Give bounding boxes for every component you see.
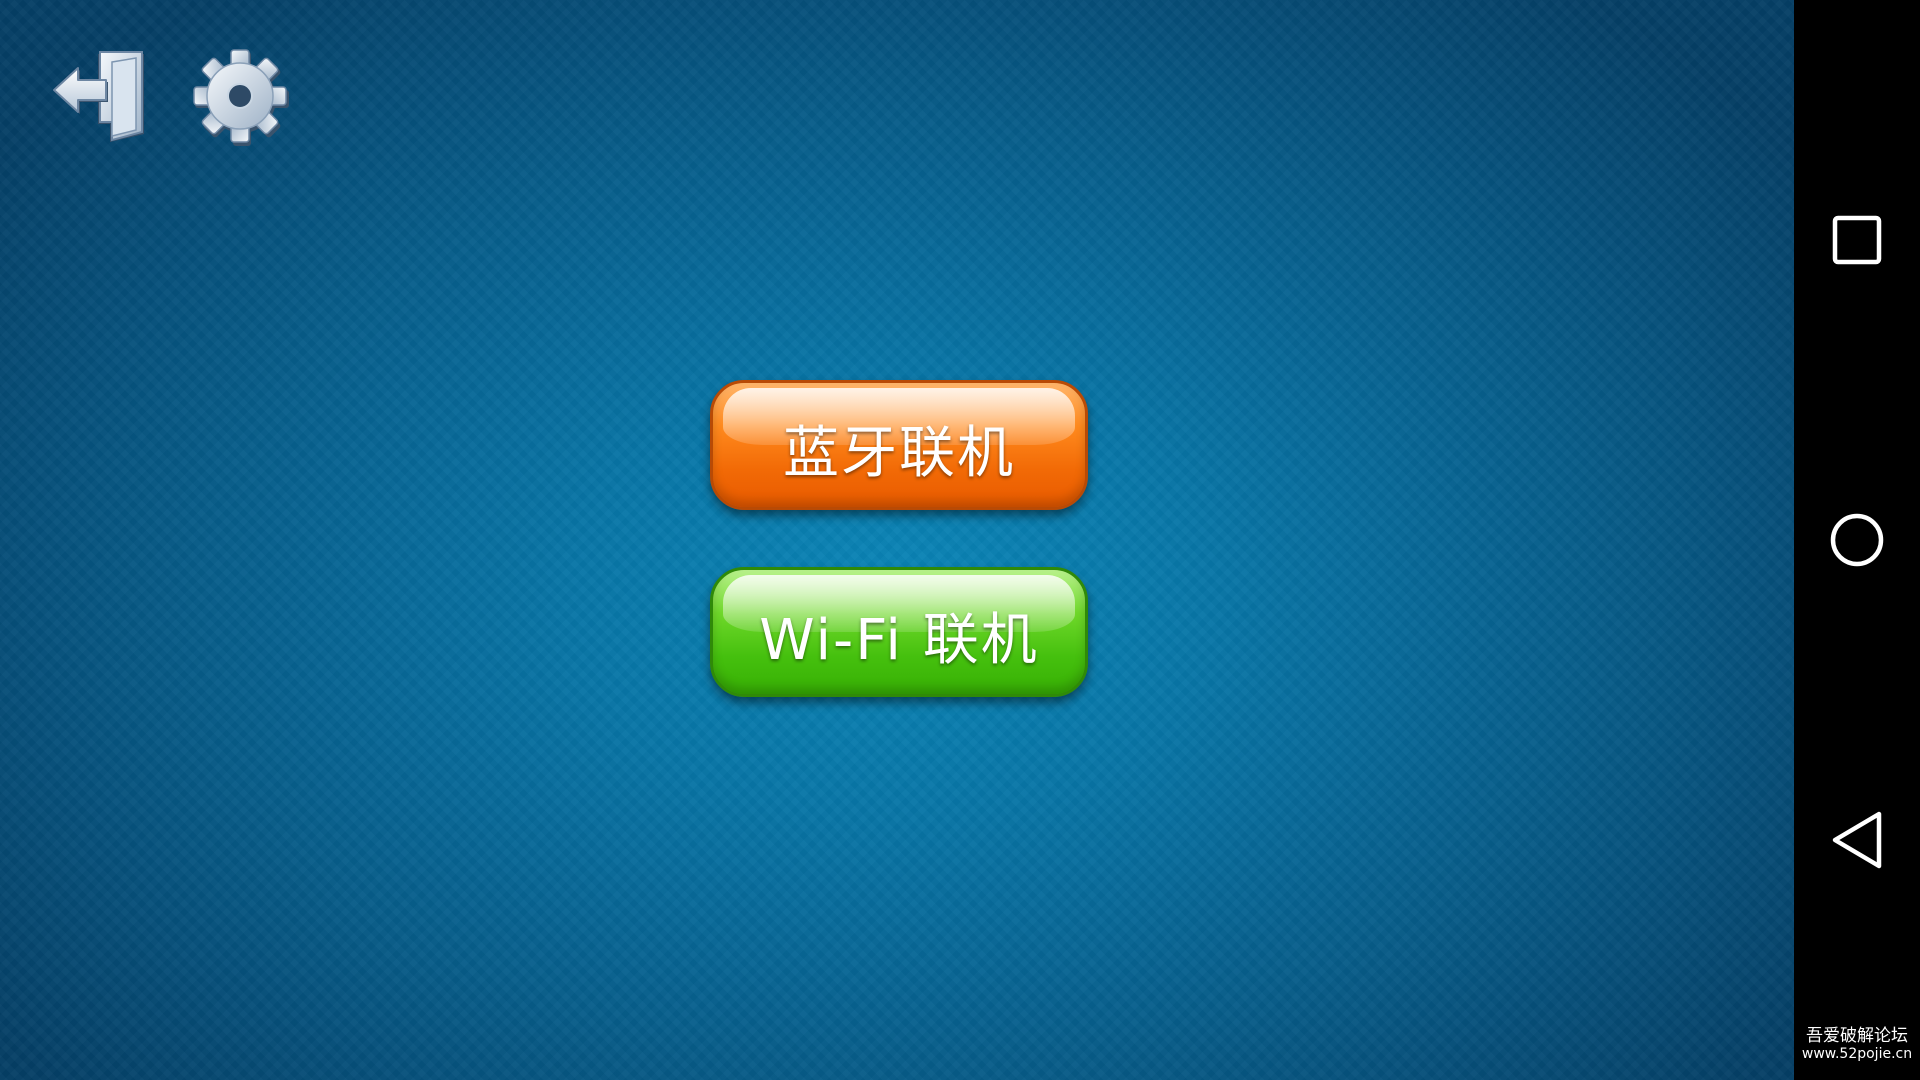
circle-icon bbox=[1830, 513, 1884, 567]
recents-button[interactable] bbox=[1794, 177, 1920, 303]
forum-watermark: 吾爱破解论坛 www.52pojie.cn bbox=[1794, 1026, 1920, 1063]
back-button[interactable] bbox=[1794, 777, 1920, 903]
android-navigation-bar bbox=[1794, 0, 1920, 1080]
wifi-multiplayer-label: Wi-Fi 联机 bbox=[759, 607, 1039, 673]
square-icon bbox=[1832, 215, 1882, 265]
gear-icon bbox=[193, 49, 289, 146]
watermark-url: www.52pojie.cn bbox=[1801, 1046, 1913, 1063]
game-lobby: 蓝牙联机 Wi-Fi 联机 bbox=[0, 0, 1794, 1080]
home-button[interactable] bbox=[1794, 477, 1920, 603]
watermark-title: 吾爱破解论坛 bbox=[1806, 1026, 1908, 1046]
triangle-back-icon bbox=[1832, 811, 1882, 869]
exit-button[interactable] bbox=[52, 46, 156, 150]
bluetooth-multiplayer-label: 蓝牙联机 bbox=[783, 420, 1015, 486]
settings-button[interactable] bbox=[190, 46, 294, 150]
exit-door-icon bbox=[53, 51, 144, 142]
bluetooth-multiplayer-button[interactable]: 蓝牙联机 bbox=[710, 380, 1088, 510]
screen: 蓝牙联机 Wi-Fi 联机 吾爱破解论坛 www.52pojie.cn bbox=[0, 0, 1920, 1080]
wifi-multiplayer-button[interactable]: Wi-Fi 联机 bbox=[710, 567, 1088, 697]
